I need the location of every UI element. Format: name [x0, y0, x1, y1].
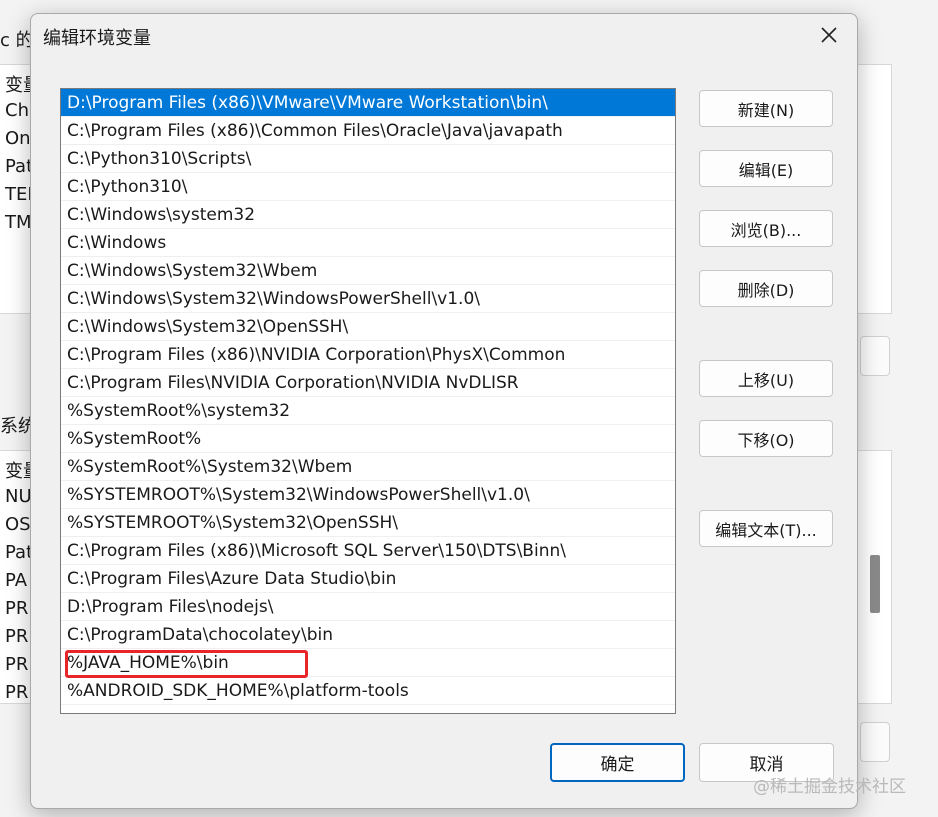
browse-button[interactable]: 浏览(B)... — [699, 210, 833, 247]
list-item[interactable]: %SYSTEMROOT%\System32\OpenSSH\ — [61, 509, 675, 537]
list-item[interactable]: C:\Program Files (x86)\Common Files\Orac… — [61, 117, 675, 145]
list-item[interactable]: %SystemRoot%\System32\Wbem — [61, 453, 675, 481]
list-item[interactable]: %ANDROID_SDK_HOME%\platform-tools — [61, 677, 675, 705]
list-item[interactable]: %SYSTEMROOT%\System32\WindowsPowerShell\… — [61, 481, 675, 509]
parent-button[interactable] — [860, 722, 890, 762]
list-item[interactable]: C:\Windows\System32\OpenSSH\ — [61, 313, 675, 341]
watermark-text: @稀土掘金技术社区 — [753, 777, 906, 797]
list-item[interactable]: NU — [5, 486, 32, 507]
edit-text-button[interactable]: 编辑文本(T)... — [699, 510, 833, 547]
list-item[interactable]: C:\Windows\System32\Wbem — [61, 257, 675, 285]
edit-env-variable-dialog: 编辑环境变量 D:\Program Files (x86)\VMware\VMw… — [30, 13, 858, 809]
new-button[interactable]: 新建(N) — [699, 90, 833, 127]
list-item[interactable]: PR — [5, 626, 28, 647]
list-item[interactable]: OS — [5, 514, 31, 535]
list-item[interactable]: D:\Program Files (x86)\VMware\VMware Wor… — [61, 89, 675, 117]
list-item[interactable]: PA — [5, 570, 27, 591]
list-item[interactable]: C:\Windows — [61, 229, 675, 257]
list-item[interactable]: TEI — [5, 184, 33, 205]
list-item[interactable]: C:\Windows\system32 — [61, 201, 675, 229]
dialog-title: 编辑环境变量 — [43, 28, 151, 49]
list-item-java-home[interactable]: %JAVA_HOME%\bin — [61, 649, 675, 677]
list-item[interactable]: %SystemRoot%\system32 — [61, 397, 675, 425]
list-item[interactable]: C:\Program Files (x86)\Microsoft SQL Ser… — [61, 537, 675, 565]
move-down-button[interactable]: 下移(O) — [699, 420, 833, 457]
edit-button[interactable]: 编辑(E) — [699, 150, 833, 187]
list-item[interactable]: C:\Program Files\NVIDIA Corporation\NVID… — [61, 369, 675, 397]
delete-button[interactable]: 删除(D) — [699, 270, 833, 307]
list-item[interactable]: C:\Python310\ — [61, 173, 675, 201]
list-item[interactable]: PR — [5, 598, 28, 619]
list-item[interactable]: PR — [5, 654, 28, 675]
ok-button[interactable]: 确定 — [550, 743, 685, 782]
parent-button[interactable] — [860, 336, 890, 376]
list-item[interactable]: Ch — [5, 100, 29, 121]
list-item[interactable]: On — [5, 128, 31, 149]
list-item[interactable]: D:\Program Files\nodejs\ — [61, 593, 675, 621]
close-icon — [821, 27, 837, 43]
list-item[interactable]: C:\Program Files\Azure Data Studio\bin — [61, 565, 675, 593]
list-item[interactable]: Pat — [5, 542, 33, 563]
list-item[interactable]: C:\Python310\Scripts\ — [61, 145, 675, 173]
scrollbar-thumb[interactable] — [870, 555, 880, 613]
close-button[interactable] — [811, 20, 847, 50]
list-item[interactable]: C:\Windows\System32\WindowsPowerShell\v1… — [61, 285, 675, 313]
parent-window-title: c 的 — [0, 30, 34, 51]
path-entries-list[interactable]: D:\Program Files (x86)\VMware\VMware Wor… — [60, 88, 676, 714]
list-item[interactable]: Pat — [5, 156, 33, 177]
list-item[interactable]: TM — [5, 212, 32, 233]
move-up-button[interactable]: 上移(U) — [699, 360, 833, 397]
list-item[interactable]: %SystemRoot% — [61, 425, 675, 453]
list-item[interactable]: C:\Program Files (x86)\NVIDIA Corporatio… — [61, 341, 675, 369]
list-item[interactable]: C:\ProgramData\chocolatey\bin — [61, 621, 675, 649]
list-item[interactable]: PR — [5, 682, 28, 703]
